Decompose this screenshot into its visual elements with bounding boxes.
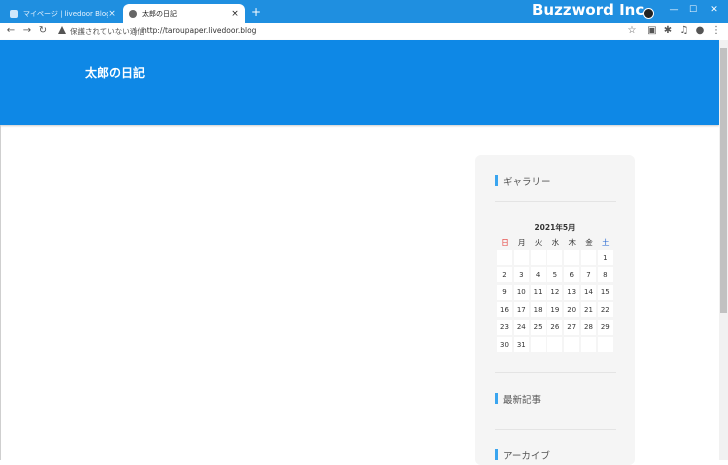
new-tab-button[interactable]: + <box>250 6 262 18</box>
calendar-day: 15 <box>597 284 613 300</box>
profile-icon[interactable]: ● <box>694 25 706 37</box>
calendar-day: 27 <box>564 319 580 335</box>
calendar-day: 17 <box>513 302 529 318</box>
page-edge <box>0 125 1 460</box>
calendar-day: 13 <box>564 284 580 300</box>
calendar-day: 25 <box>530 319 546 335</box>
divider <box>495 201 616 202</box>
calendar-day: 19 <box>547 302 563 318</box>
calendar-empty-cell <box>564 337 580 352</box>
calendar-day: 2 <box>497 267 512 283</box>
calendar-day: 9 <box>497 284 512 300</box>
tab-title: マイページ | livedoor Blog <box>23 9 108 18</box>
divider <box>495 429 616 430</box>
calendar-day: 1 <box>597 250 613 265</box>
accent-bar <box>495 175 498 186</box>
calendar-day: 16 <box>497 302 512 318</box>
blog-header <box>0 40 719 125</box>
calendar-day: 29 <box>597 319 613 335</box>
security-status[interactable]: 保護されていない通信 <box>70 26 145 37</box>
calendar-day: 11 <box>530 284 546 300</box>
tab-title: 太郎の日記 <box>142 9 177 18</box>
calendar-day: 14 <box>581 284 596 300</box>
calendar-empty-cell <box>530 250 546 265</box>
tab-blog[interactable]: 太郎の日記 × <box>123 4 245 23</box>
calendar-weekday: 火 <box>534 238 543 247</box>
calendar-day: 26 <box>547 319 563 335</box>
scrollbar-thumb[interactable] <box>720 48 727 313</box>
extensions-icon[interactable]: ✱ <box>662 25 674 37</box>
calendar-empty-cell <box>547 250 563 265</box>
media-icon[interactable]: ♫ <box>678 25 690 37</box>
tab-mypage[interactable]: マイページ | livedoor Blog × <box>4 4 122 23</box>
close-tab-icon[interactable]: × <box>231 9 239 18</box>
calendar-day: 21 <box>581 302 596 318</box>
maximize-button[interactable]: ☐ <box>686 4 700 16</box>
calendar-day: 28 <box>581 319 596 335</box>
close-tab-icon[interactable]: × <box>108 9 116 18</box>
close-window-button[interactable]: ✕ <box>707 4 721 16</box>
menu-icon[interactable]: ⋮ <box>710 25 722 37</box>
calendar-day: 6 <box>564 267 580 283</box>
calendar-weekday: 日 <box>501 238 509 247</box>
reload-button[interactable]: ↻ <box>37 25 49 37</box>
calendar-day: 8 <box>597 267 613 283</box>
calendar-weekday: 木 <box>568 238 576 247</box>
forward-button[interactable]: → <box>21 25 33 37</box>
divider <box>495 372 616 373</box>
calendar-day: 10 <box>513 284 529 300</box>
calendar-day: 4 <box>530 267 546 283</box>
cast-icon[interactable]: ▣ <box>646 25 658 37</box>
calendar-empty-cell <box>564 250 580 265</box>
calendar-empty-cell <box>513 250 529 265</box>
calendar-day: 20 <box>564 302 580 318</box>
bookmark-star-icon[interactable]: ☆ <box>626 25 638 37</box>
calendar-weekday: 月 <box>518 238 526 247</box>
brand-watermark: Buzzword Inc. <box>532 1 650 19</box>
blog-title[interactable]: 太郎の日記 <box>85 64 145 81</box>
divider <box>135 27 136 36</box>
calendar-weekday: 金 <box>585 238 593 247</box>
calendar-day: 12 <box>547 284 563 300</box>
accent-bar <box>495 393 498 404</box>
minimize-button[interactable]: — <box>667 4 681 16</box>
calendar-day: 22 <box>597 302 613 318</box>
calendar-weekday: 土 <box>602 238 610 247</box>
back-button[interactable]: ← <box>5 25 17 37</box>
calendar-day: 18 <box>530 302 546 318</box>
calendar-day: 31 <box>513 337 529 352</box>
calendar-empty-cell <box>547 337 563 352</box>
calendar-weekday: 水 <box>551 238 560 247</box>
calendar-empty-cell <box>597 337 613 352</box>
calendar-empty-cell <box>497 250 512 265</box>
calendar-day: 3 <box>513 267 529 283</box>
calendar-day: 23 <box>497 319 512 335</box>
calendar-empty-cell <box>530 337 546 352</box>
widget-title-recent: 最新記事 <box>503 395 542 406</box>
profile-dot-icon[interactable] <box>643 8 654 19</box>
pencil-icon <box>10 9 18 18</box>
calendar-day: 30 <box>497 337 512 352</box>
calendar-day: 7 <box>581 267 596 283</box>
address-bar[interactable]: http://taroupaper.livedoor.blog <box>142 26 256 35</box>
browser-toolbar: ← → ↻ 保護されていない通信 http://taroupaper.lived… <box>0 23 728 41</box>
calendar-day: 24 <box>513 319 529 335</box>
calendar-title: 2021年5月 <box>534 223 576 232</box>
accent-bar <box>495 449 498 460</box>
globe-icon <box>129 9 137 18</box>
warning-icon[interactable] <box>58 26 66 34</box>
widget-title-gallery: ギャラリー <box>503 177 551 188</box>
calendar-empty-cell <box>581 250 596 265</box>
calendar-day: 5 <box>547 267 563 283</box>
calendar-empty-cell <box>581 337 596 352</box>
